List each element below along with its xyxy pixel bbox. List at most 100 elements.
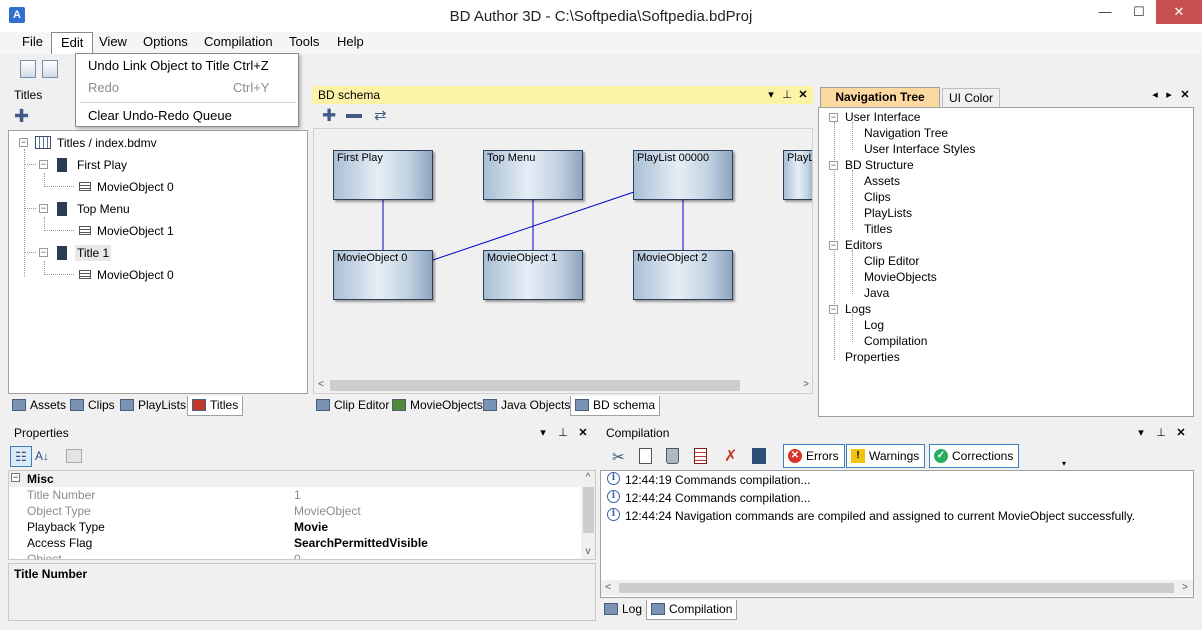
remove-node-icon[interactable]	[346, 114, 362, 118]
pin-icon[interactable]: ⊥	[556, 424, 570, 442]
properties-vscrollbar[interactable]: ^ v	[581, 471, 595, 559]
stop-icon[interactable]: ✗	[724, 446, 737, 466]
warnings-button[interactable]: ! Warnings	[846, 444, 926, 468]
menu-view[interactable]: View	[90, 32, 136, 54]
tree-item[interactable]: MovieObject 0	[97, 180, 174, 194]
node-playlist-partial[interactable]: PlayLi	[783, 150, 812, 200]
tab-titles[interactable]: Titles	[187, 396, 244, 416]
save-log-icon[interactable]	[752, 448, 766, 464]
node-first-play[interactable]: First Play	[333, 150, 433, 200]
tab-ui-color[interactable]: UI Color	[942, 88, 1000, 108]
scroll-right-icon[interactable]: ▸	[1162, 86, 1176, 104]
scroll-up-icon[interactable]: ^	[581, 471, 595, 485]
nav-item-movieobjects[interactable]: MovieObjects	[864, 270, 937, 284]
collapse-toggle[interactable]: −	[39, 160, 48, 169]
nav-item-user-interface[interactable]: User Interface	[845, 110, 920, 124]
prop-row-object[interactable]: Object 0	[27, 551, 581, 559]
scroll-thumb[interactable]	[330, 380, 740, 391]
minimize-button[interactable]: —	[1088, 0, 1122, 24]
collapse-toggle[interactable]: −	[39, 204, 48, 213]
nav-item-java[interactable]: Java	[864, 286, 889, 300]
tab-compilation[interactable]: Compilation	[646, 600, 738, 620]
categorized-icon[interactable]: ☷	[10, 446, 32, 467]
scroll-right-icon[interactable]: >	[799, 378, 812, 392]
dropdown-icon[interactable]: ▾	[536, 424, 550, 442]
schema-canvas[interactable]: First Play Top Menu PlayList 00000 PlayL…	[313, 128, 813, 394]
scroll-left-icon[interactable]: ◂	[1148, 86, 1162, 104]
collapse-toggle[interactable]: −	[39, 248, 48, 257]
node-playlist-00000[interactable]: PlayList 00000	[633, 150, 733, 200]
tab-java-objects[interactable]: Java Objects	[479, 396, 574, 416]
save-icon[interactable]	[42, 60, 58, 78]
menu-item-undo[interactable]: Undo Link Object to Title	[88, 58, 230, 73]
errors-button[interactable]: ✕ Errors	[783, 444, 845, 468]
collapse-toggle[interactable]: −	[11, 473, 20, 482]
tab-bd-schema[interactable]: BD schema	[570, 396, 661, 416]
node-movieobject-1[interactable]: MovieObject 1	[483, 250, 583, 300]
dropdown-icon[interactable]: ▾	[764, 86, 778, 104]
dropdown-icon[interactable]: ▾	[1134, 424, 1148, 442]
nav-item-ui-styles[interactable]: User Interface Styles	[864, 142, 975, 156]
tab-movieobjects[interactable]: MovieObjects	[388, 396, 487, 416]
add-node-icon[interactable]: ✚	[322, 106, 336, 126]
pin-icon[interactable]: ⊥	[780, 86, 794, 104]
menu-options[interactable]: Options	[134, 32, 197, 54]
nav-item-clip-editor[interactable]: Clip Editor	[864, 254, 919, 268]
scroll-thumb[interactable]	[619, 583, 1174, 593]
nav-item-playlists[interactable]: PlayLists	[864, 206, 912, 220]
collapse-toggle[interactable]: −	[829, 161, 838, 170]
nav-item-bd-structure[interactable]: BD Structure	[845, 158, 914, 172]
corrections-button[interactable]: ✓ Corrections	[929, 444, 1020, 468]
tree-item[interactable]: Titles / index.bdmv	[57, 136, 157, 150]
menu-edit[interactable]: Edit	[51, 32, 94, 54]
tree-item[interactable]: MovieObject 1	[97, 224, 174, 238]
nav-item-assets[interactable]: Assets	[864, 174, 900, 188]
pin-icon[interactable]: ⊥	[1154, 424, 1168, 442]
nav-item-log[interactable]: Log	[864, 318, 884, 332]
new-file-icon[interactable]	[20, 60, 36, 78]
nav-item-properties[interactable]: Properties	[845, 350, 900, 364]
nav-item-navigation-tree[interactable]: Navigation Tree	[864, 126, 948, 140]
tree-item[interactable]: MovieObject 0	[97, 268, 174, 282]
menu-compilation[interactable]: Compilation	[195, 32, 282, 54]
prop-row-playback-type[interactable]: Playback Type Movie	[27, 519, 581, 535]
menu-item-redo[interactable]: Redo	[88, 80, 119, 95]
prop-row-object-type[interactable]: Object Type MovieObject	[27, 503, 581, 519]
schema-hscrollbar[interactable]: < >	[314, 378, 812, 393]
link-icon[interactable]: ⇄	[374, 106, 387, 126]
close-icon[interactable]: ✕	[1174, 424, 1188, 442]
tab-playlists[interactable]: PlayLists	[116, 396, 190, 416]
collapse-toggle[interactable]: −	[19, 138, 28, 147]
nav-item-titles[interactable]: Titles	[864, 222, 892, 236]
tab-navigation-tree[interactable]: Navigation Tree	[820, 87, 940, 108]
maximize-button[interactable]: ☐	[1122, 0, 1156, 24]
clear-log-icon[interactable]	[694, 448, 707, 464]
toolbar-overflow-icon[interactable]: ▾	[1062, 459, 1066, 468]
node-top-menu[interactable]: Top Menu	[483, 150, 583, 200]
tab-log[interactable]: Log	[600, 600, 646, 620]
copy-icon[interactable]	[639, 448, 652, 464]
nav-item-clips[interactable]: Clips	[864, 190, 891, 204]
collapse-toggle[interactable]: −	[829, 305, 838, 314]
close-button[interactable]: ✕	[1156, 0, 1202, 24]
close-icon[interactable]: ✕	[796, 86, 810, 104]
tree-item[interactable]: First Play	[77, 158, 127, 172]
collapse-toggle[interactable]: −	[829, 113, 838, 122]
tree-item[interactable]: Top Menu	[77, 202, 130, 216]
nav-item-compilation[interactable]: Compilation	[864, 334, 927, 348]
prop-row-title-number[interactable]: Title Number 1	[27, 487, 581, 503]
log-hscrollbar[interactable]: < >	[601, 580, 1193, 596]
tab-assets[interactable]: Assets	[8, 396, 70, 416]
nav-item-logs[interactable]: Logs	[845, 302, 871, 316]
property-pages-icon[interactable]	[66, 449, 82, 463]
tree-item-selected[interactable]: Title 1	[75, 245, 112, 261]
collapse-toggle[interactable]: −	[829, 241, 838, 250]
menu-tools[interactable]: Tools	[280, 32, 328, 54]
trash-icon[interactable]	[666, 448, 679, 464]
menu-file[interactable]: File	[13, 32, 52, 54]
cut-icon[interactable]: ✂	[612, 448, 625, 466]
close-icon[interactable]: ✕	[1178, 86, 1192, 104]
prop-row-access-flag[interactable]: Access Flag SearchPermittedVisible	[27, 535, 581, 551]
sort-alpha-icon[interactable]: A↓	[35, 447, 49, 466]
tab-clip-editor[interactable]: Clip Editor	[312, 396, 393, 416]
